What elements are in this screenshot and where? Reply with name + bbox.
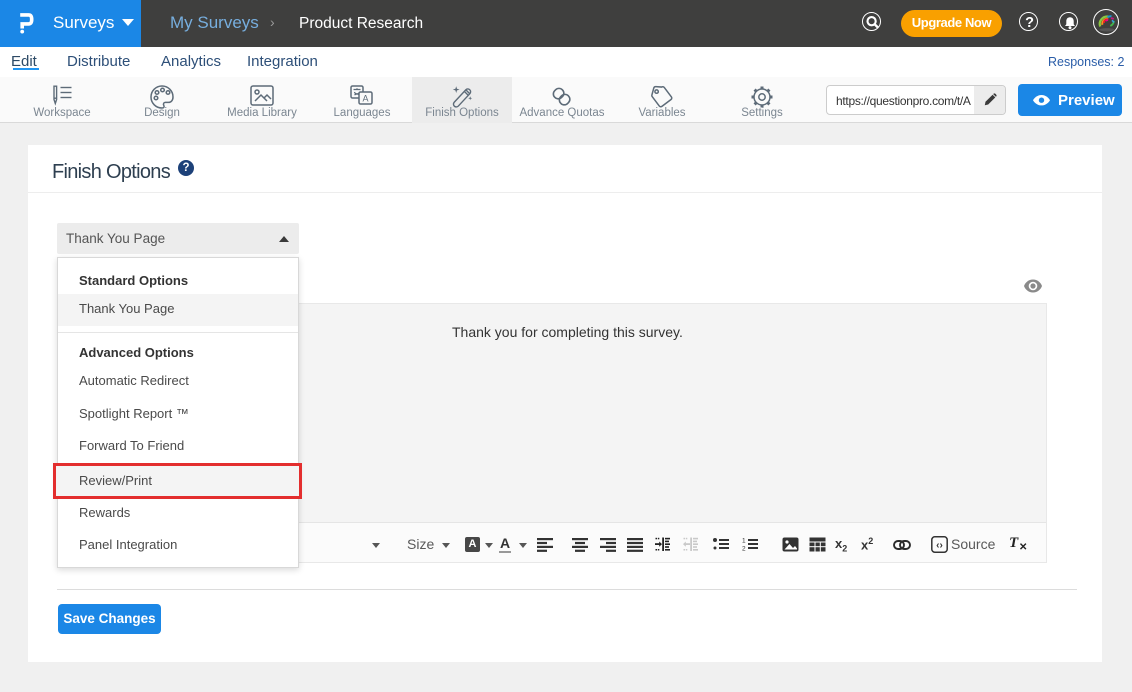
svg-text:A: A: [362, 94, 368, 104]
svg-text:2: 2: [742, 546, 746, 553]
svg-text:1: 1: [742, 538, 746, 545]
svg-text:‹›: ‹›: [936, 540, 943, 551]
